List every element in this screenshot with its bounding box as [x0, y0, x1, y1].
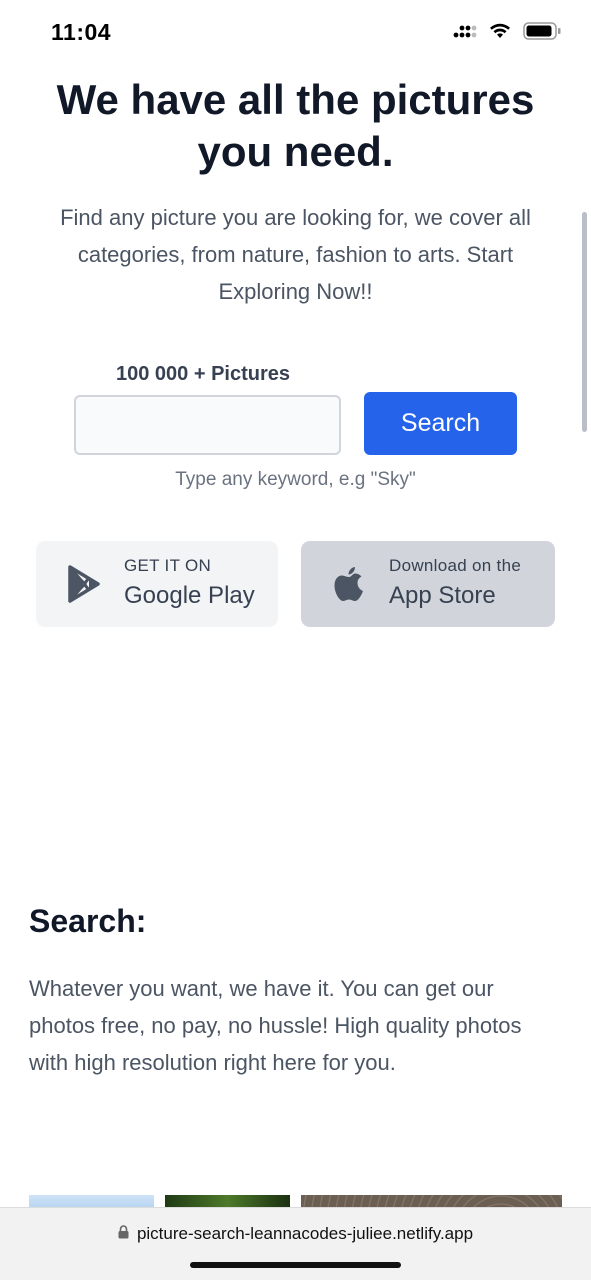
hero-subtitle: Find any picture you are looking for, we… [60, 205, 531, 304]
search-input[interactable] [74, 395, 341, 455]
google-play-label: Google Play [124, 582, 255, 609]
section-text: Whatever you want, we have it. You can g… [29, 976, 522, 1075]
browser-address-bar[interactable]: picture-search-leannacodes-juliee.netlif… [0, 1207, 591, 1280]
hero-title-line-2: you need. [197, 128, 394, 175]
status-icons [453, 22, 561, 40]
app-store-label: App Store [389, 582, 496, 609]
hero-title-line-1: We have all the pictures [56, 76, 535, 123]
app-store-button[interactable]: Download on the App Store [301, 541, 555, 627]
scroll-indicator[interactable] [582, 212, 587, 432]
lock-icon [118, 1224, 129, 1244]
hero-title: We have all the pictures you need. [40, 74, 551, 178]
apple-icon [325, 566, 373, 602]
google-play-small-text: GET IT ON [124, 556, 212, 575]
search-hint: Type any keyword, e.g "Sky" [175, 469, 416, 490]
status-bar: 11:04 [0, 0, 591, 64]
google-play-button[interactable]: GET IT ON Google Play [36, 541, 278, 627]
page: 11:04 We have all the pictures you need.… [0, 0, 591, 1280]
battery-icon [523, 22, 561, 40]
wifi-icon [489, 23, 511, 39]
google-play-icon [60, 565, 108, 603]
pictures-count-label: 100 000 + Pictures [116, 363, 291, 385]
url-text[interactable]: picture-search-leannacodes-juliee.netlif… [137, 1224, 473, 1244]
section-title: Search: [29, 903, 147, 939]
home-indicator[interactable] [190, 1262, 401, 1268]
search-button[interactable]: Search [364, 392, 517, 455]
cellular-signal-icon [453, 23, 477, 39]
app-store-small-text: Download on the [389, 556, 522, 575]
url-row[interactable]: picture-search-leannacodes-juliee.netlif… [0, 1224, 591, 1244]
status-time: 11:04 [51, 19, 112, 45]
